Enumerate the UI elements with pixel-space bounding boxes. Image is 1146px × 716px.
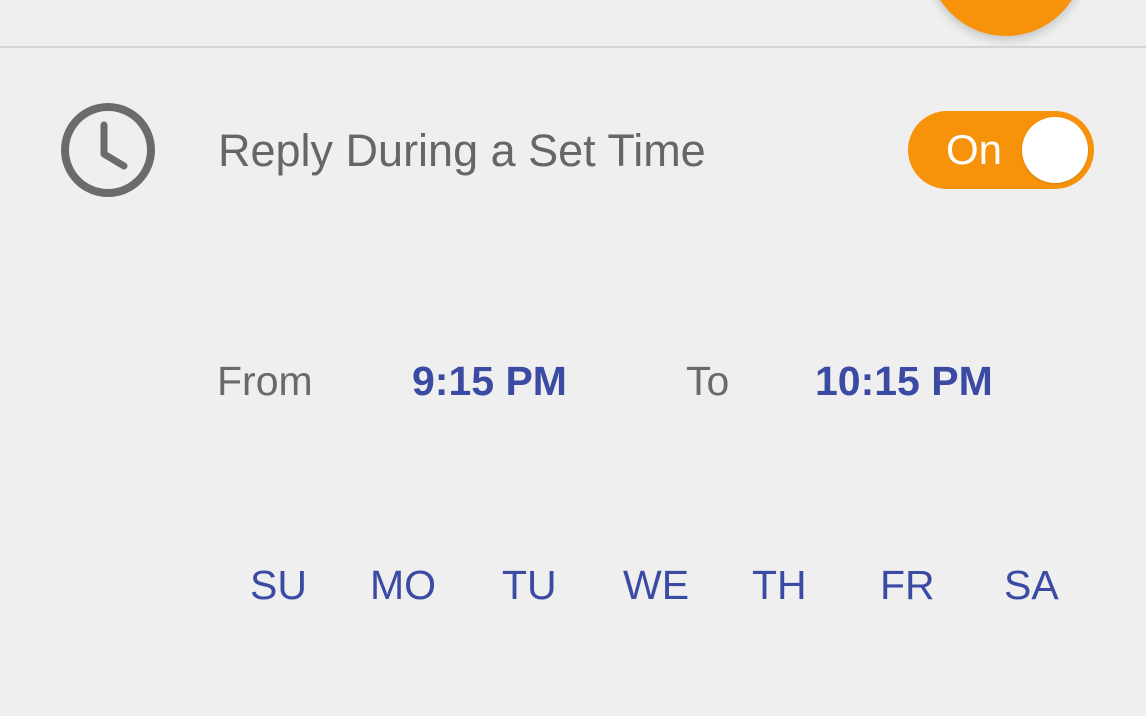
to-time-value[interactable]: 10:15 PM (815, 356, 993, 406)
reply-during-set-time-label: Reply During a Set Time (218, 125, 706, 176)
day-selector: SU MO TU WE TH FR SA (250, 558, 1062, 612)
from-time-value[interactable]: 9:15 PM (412, 356, 567, 406)
day-friday[interactable]: FR (880, 558, 935, 612)
clock-icon (61, 103, 155, 197)
floating-action-button[interactable] (928, 0, 1084, 36)
day-saturday[interactable]: SA (1004, 558, 1059, 612)
day-wednesday[interactable]: WE (623, 558, 689, 612)
divider (0, 46, 1146, 48)
toggle-knob[interactable] (1022, 117, 1088, 183)
day-tuesday[interactable]: TU (502, 558, 557, 612)
day-thursday[interactable]: TH (752, 558, 807, 612)
reply-time-toggle[interactable]: On (908, 111, 1094, 189)
toggle-on-label: On (946, 126, 1003, 173)
reply-schedule-screen: Reply During a Set Time On From 9:15 PM … (0, 0, 1146, 716)
to-label: To (686, 358, 730, 404)
day-sunday[interactable]: SU (250, 558, 307, 612)
day-monday[interactable]: MO (370, 558, 436, 612)
from-label: From (217, 358, 313, 404)
